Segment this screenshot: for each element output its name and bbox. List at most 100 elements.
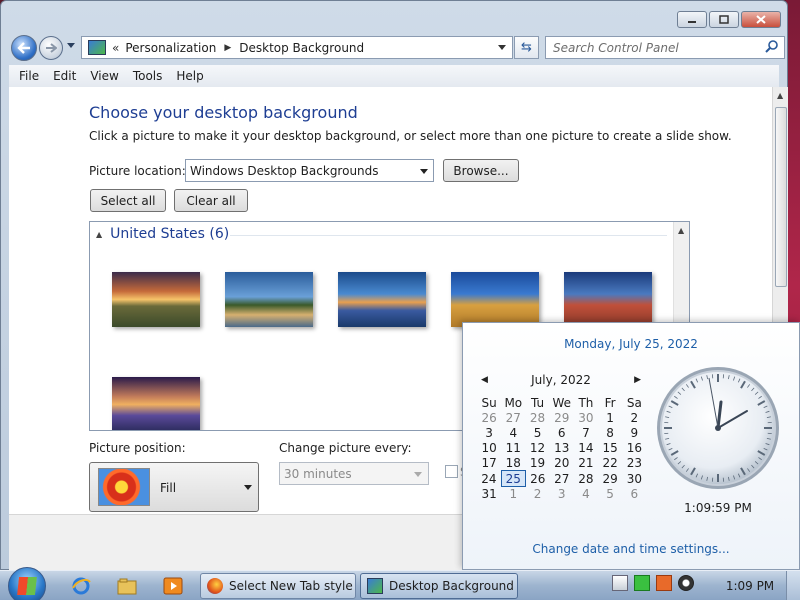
taskbar-task-desktop-background[interactable]: Desktop Background (360, 573, 518, 599)
volume-icon[interactable] (678, 575, 694, 591)
picture-position-select[interactable]: Fill (89, 462, 259, 512)
address-dropdown-icon[interactable] (498, 45, 506, 50)
calendar-day[interactable]: 11 (501, 441, 525, 456)
calendar-day[interactable]: 27 (501, 410, 525, 425)
start-button[interactable] (8, 567, 46, 600)
taskbar-clock[interactable]: 1:09 PM (718, 579, 782, 593)
back-button[interactable] (11, 35, 37, 61)
file-explorer-icon[interactable] (116, 575, 138, 597)
calendar-day[interactable]: 27 (550, 471, 574, 486)
scrollbar-thumb[interactable] (775, 107, 787, 287)
calendar-day[interactable]: 10 (477, 441, 501, 456)
page-description: Click a picture to make it your desktop … (89, 129, 732, 143)
media-player-icon[interactable] (162, 575, 184, 597)
calendar-day[interactable]: 6 (550, 425, 574, 440)
wallpaper-thumbnail[interactable] (451, 272, 539, 327)
calendar-day[interactable]: 2 (525, 486, 549, 501)
calendar-day[interactable]: 23 (622, 456, 646, 471)
next-month-icon[interactable]: ▶ (634, 375, 641, 385)
minimize-button[interactable] (677, 11, 707, 28)
calendar-day[interactable]: 15 (598, 441, 622, 456)
calendar-day[interactable]: 13 (550, 441, 574, 456)
calendar-day[interactable]: 5 (525, 425, 549, 440)
calendar-day[interactable]: 30 (622, 471, 646, 486)
menu-file[interactable]: File (19, 69, 39, 83)
calendar-day[interactable]: 9 (622, 425, 646, 440)
wallpaper-thumbnail[interactable] (338, 272, 426, 327)
calendar-day-today[interactable]: 25 (500, 470, 526, 487)
shuffle-checkbox[interactable] (445, 465, 458, 478)
breadcrumb-separator-icon[interactable]: ▶ (224, 43, 231, 53)
calendar-day[interactable]: 17 (477, 456, 501, 471)
recent-pages-dropdown[interactable] (67, 43, 75, 48)
calendar-day[interactable]: 24 (477, 471, 501, 486)
taskbar-task-browser[interactable]: Select New Tab style ... (200, 573, 356, 599)
search-icon[interactable] (765, 40, 778, 56)
calendar-day[interactable]: 12 (525, 441, 549, 456)
forward-button[interactable] (39, 36, 63, 60)
calendar-day[interactable]: 26 (525, 471, 549, 486)
calendar-day[interactable]: 28 (525, 410, 549, 425)
calendar-day[interactable]: 18 (501, 456, 525, 471)
menu-tools[interactable]: Tools (133, 69, 163, 83)
calendar-day[interactable]: 3 (477, 425, 501, 440)
menu-edit[interactable]: Edit (53, 69, 76, 83)
long-date-link[interactable]: Monday, July 25, 2022 (463, 337, 799, 351)
breadcrumb-personalization[interactable]: Personalization (125, 41, 216, 55)
calendar-day[interactable]: 2 (622, 410, 646, 425)
calendar-day[interactable]: 3 (550, 486, 574, 501)
calendar-day[interactable]: 29 (550, 410, 574, 425)
breadcrumb-desktop-background[interactable]: Desktop Background (239, 41, 364, 55)
calendar-day[interactable]: 21 (574, 456, 598, 471)
calendar-day[interactable]: 22 (598, 456, 622, 471)
scroll-up-icon[interactable]: ▲ (777, 91, 783, 100)
maximize-button[interactable] (709, 11, 739, 28)
network-icon[interactable] (634, 575, 650, 591)
wallpaper-thumbnail[interactable] (225, 272, 313, 327)
calendar-day[interactable]: 20 (550, 456, 574, 471)
calendar-day[interactable]: 30 (574, 410, 598, 425)
calendar-day[interactable]: 6 (622, 486, 646, 501)
wallpaper-thumbnail[interactable] (112, 377, 200, 430)
menu-help[interactable]: Help (176, 69, 203, 83)
tray-app-icon[interactable] (656, 575, 672, 591)
calendar-day[interactable]: 14 (574, 441, 598, 456)
calendar-day[interactable]: 26 (477, 410, 501, 425)
calendar-day[interactable]: 5 (598, 486, 622, 501)
change-interval-select[interactable]: 30 minutes (279, 462, 429, 485)
calendar-day[interactable]: 29 (598, 471, 622, 486)
browse-button[interactable]: Browse... (443, 159, 519, 182)
chevron-down-icon (414, 472, 422, 477)
calendar-day[interactable]: 1 (501, 486, 525, 501)
calendar-day[interactable]: 4 (501, 425, 525, 440)
action-center-icon[interactable] (612, 575, 628, 591)
search-input[interactable]: Search Control Panel (545, 36, 785, 59)
refresh-button[interactable]: ⇆ (514, 36, 539, 59)
calendar-day[interactable]: 19 (525, 456, 549, 471)
calendar-day[interactable]: 7 (574, 425, 598, 440)
wallpaper-thumbnail[interactable] (112, 272, 200, 327)
calendar-day[interactable]: 28 (574, 471, 598, 486)
select-all-button[interactable]: Select all (90, 189, 166, 212)
calendar-day[interactable]: 8 (598, 425, 622, 440)
breadcrumb-overflow[interactable]: « (112, 41, 119, 55)
previous-month-icon[interactable]: ◀ (481, 375, 488, 385)
month-title[interactable]: July, 2022 (531, 373, 591, 387)
calendar-day[interactable]: 4 (574, 486, 598, 501)
menu-view[interactable]: View (90, 69, 118, 83)
calendar-day[interactable]: 16 (622, 441, 646, 456)
change-date-time-link[interactable]: Change date and time settings... (463, 542, 799, 556)
internet-explorer-icon[interactable] (70, 575, 92, 597)
clear-all-button[interactable]: Clear all (174, 189, 248, 212)
address-bar[interactable]: « Personalization ▶ Desktop Background (81, 36, 513, 59)
group-header-united-states[interactable]: ▲ United States (6) (96, 226, 229, 242)
collapse-triangle-icon[interactable]: ▲ (96, 230, 102, 239)
close-button[interactable] (741, 11, 781, 28)
show-desktop-button[interactable] (786, 571, 800, 600)
scroll-up-icon[interactable]: ▲ (678, 226, 684, 235)
calendar-day[interactable]: 31 (477, 486, 501, 501)
picture-location-select[interactable]: Windows Desktop Backgrounds (185, 159, 434, 182)
wallpaper-thumbnail[interactable] (564, 272, 652, 327)
calendar-day[interactable]: 1 (598, 410, 622, 425)
picture-position-value: Fill (160, 481, 177, 495)
